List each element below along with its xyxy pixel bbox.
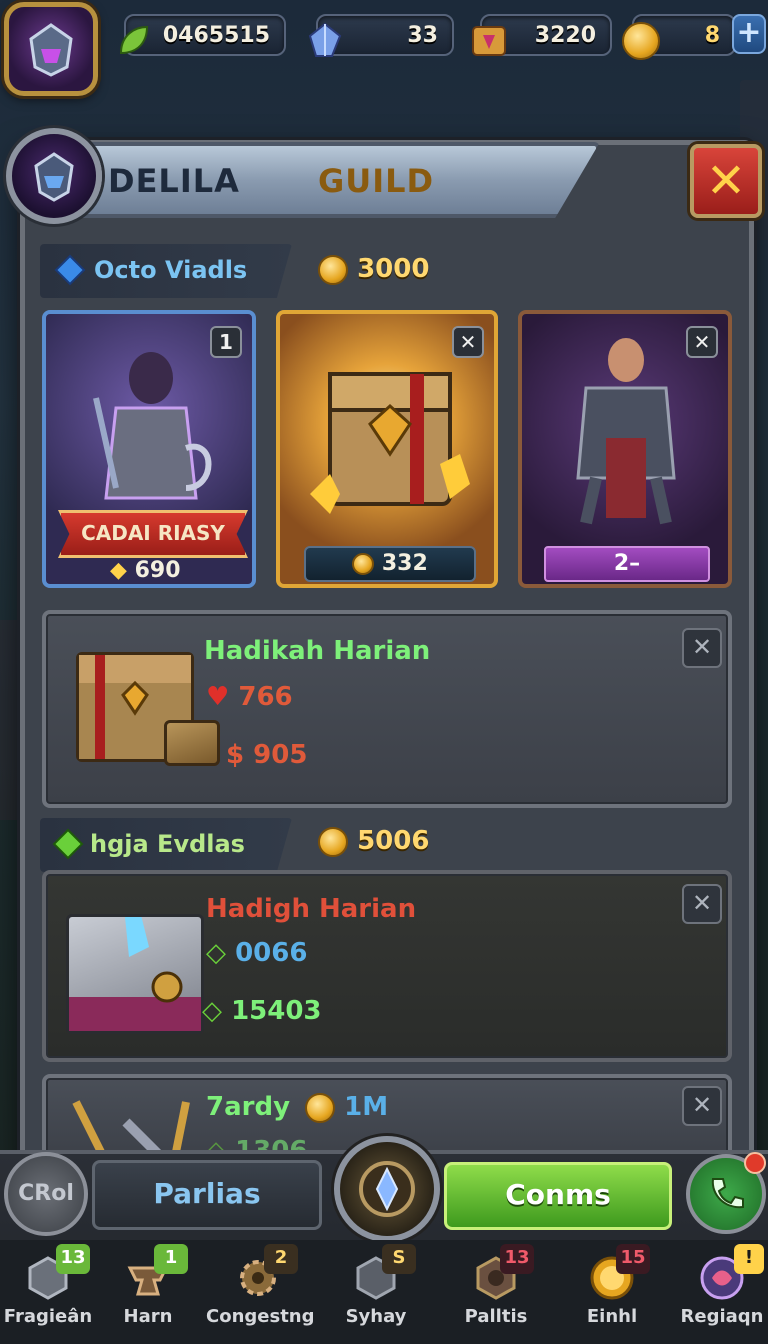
notification-dot-icon (744, 1152, 766, 1174)
close-panel-button[interactable]: ✕ (690, 144, 762, 218)
card-3-price: 2– (544, 546, 710, 582)
nav-badge: 13 (500, 1244, 534, 1274)
tickets-resource: 3220 (472, 14, 612, 56)
nav-badge-alert: ! (734, 1244, 764, 1274)
green-diamond-small-icon: ◇ (202, 996, 222, 1026)
card-2-close-icon[interactable]: ✕ (452, 326, 484, 358)
parlias-button[interactable]: Parlias (92, 1160, 322, 1230)
nav-badge: 1 (154, 1244, 188, 1274)
tickets-value: 3220 (534, 23, 596, 48)
top-resource-bar: 0465515 33 3220 8 + (0, 0, 768, 96)
crystal-icon (304, 20, 346, 62)
nav-label: Einhl (586, 1306, 638, 1327)
row-1-price: $ 905 (226, 740, 308, 770)
row-2-line2-value: 15403 (231, 996, 322, 1026)
treasure-chest-icon (310, 372, 470, 514)
section-1-title: Octo Viadls (94, 256, 248, 284)
nav-label: Syhay (345, 1306, 407, 1327)
green-diamond-small-icon: ◇ (206, 938, 226, 968)
section-1-coins-value: 3000 (357, 254, 430, 284)
coin-icon (318, 826, 348, 857)
warrior-card[interactable]: ✕ 2– (518, 310, 732, 588)
player-avatar[interactable] (4, 2, 98, 96)
row-3-coin-value: 1M (344, 1092, 389, 1122)
nav-badge: 2 (264, 1244, 298, 1274)
row-3-title-text: 7ardy (206, 1092, 291, 1122)
chest-card[interactable]: ✕ 332 (276, 310, 498, 588)
coin-icon (318, 254, 348, 285)
row-2-close-icon[interactable]: ✕ (682, 884, 722, 924)
small-chest-icon (164, 720, 220, 766)
crystal-chest-icon (66, 907, 204, 1034)
row-3-close-icon[interactable]: ✕ (682, 1086, 722, 1126)
ticket-icon (468, 20, 510, 62)
xp-resource: 0465515 (119, 14, 286, 56)
card-1-badge: 1 (210, 326, 242, 358)
nav-label: Fragieân (3, 1306, 93, 1327)
nav-badge: S (382, 1244, 416, 1274)
nav-item-congestng[interactable]: 2 Congestng (206, 1244, 315, 1344)
heart-icon: ♥ (206, 682, 230, 712)
coin-icon (620, 20, 662, 62)
conms-button[interactable]: Conms (444, 1162, 672, 1230)
card-3-close-icon[interactable]: ✕ (686, 326, 718, 358)
list-item[interactable]: Hadikah Harian ♥ 766 $ 905 ✕ (42, 610, 732, 808)
hero-knight-icon (93, 352, 212, 500)
coin-icon (305, 1092, 336, 1123)
green-diamond-icon (52, 828, 84, 860)
nav-item-palltis[interactable]: 13 Palltis (444, 1244, 548, 1344)
nav-item-syhay[interactable]: S Syhay (324, 1244, 428, 1344)
row-2-line1: ◇ 0066 (206, 938, 307, 968)
coin-icon (352, 553, 375, 575)
nav-item-regiaqn[interactable]: ! Regiaqn (670, 1244, 768, 1344)
center-emblem-button[interactable] (334, 1136, 440, 1242)
helmet-icon (29, 23, 73, 77)
left-round-button[interactable]: CRol (4, 1152, 88, 1236)
add-currency-button[interactable]: + (732, 14, 766, 54)
row-1-close-icon[interactable]: ✕ (682, 628, 722, 668)
row-2-title: Hadigh Harian (206, 894, 417, 924)
nav-label: Congestng (206, 1306, 315, 1327)
xp-value: 0465515 (162, 23, 270, 48)
coins-resource: 8 (622, 14, 736, 60)
gold-gem-icon: ◆ (110, 558, 127, 583)
row-3-title: 7ardy 1M (206, 1092, 388, 1123)
card-2-price-value: 332 (381, 551, 428, 576)
nav-label: Harn (123, 1306, 173, 1327)
gems-value: 33 (407, 23, 438, 48)
hero-card[interactable]: 1 CADAI RIASY ◆ 690 (42, 310, 256, 588)
nav-item-harn[interactable]: 1 Harn (96, 1244, 200, 1344)
card-2-price: 332 (304, 546, 476, 582)
guild-emblem (6, 128, 102, 224)
armored-warrior-icon (576, 338, 676, 525)
row-2-line1-value: 0066 (235, 938, 308, 968)
nav-badge: 13 (56, 1244, 90, 1274)
section-1-coins: 3000 (318, 254, 429, 285)
gems-resource: 33 (308, 14, 454, 57)
section-2-title: hgja Evdlas (90, 830, 245, 858)
card-1-price: ◆ 690 (110, 558, 181, 583)
card-1-price-value: 690 (134, 558, 181, 583)
row-2-line2: ◇ 15403 (202, 996, 322, 1026)
blue-diamond-icon (54, 254, 86, 286)
phone-icon (711, 1178, 744, 1209)
row-1-title: Hadikah Harian (204, 636, 431, 666)
nav-label: Regiaqn (680, 1306, 764, 1327)
list-item[interactable]: Hadigh Harian ◇ 0066 ◇ 15403 ✕ (42, 870, 732, 1062)
nav-label: Palltis (464, 1306, 528, 1327)
card-1-ribbon: CADAI RIASY (58, 510, 248, 558)
coins-value: 8 (704, 23, 720, 48)
row-1-hearts: ♥ 766 (206, 682, 293, 712)
crystal-emblem-icon (359, 1161, 415, 1217)
nav-item-einhl[interactable]: 15 Einhl (560, 1244, 664, 1344)
nav-item-fragiean[interactable]: 13 Fragieân (0, 1244, 100, 1344)
panel-title-name: DELILA (108, 162, 240, 200)
guild-helmet-icon (34, 152, 74, 202)
panel-title-guild: GUILD (318, 162, 435, 200)
section-2-coins-value: 5006 (357, 826, 430, 856)
row-1-hearts-value: 766 (238, 682, 293, 712)
section-2-coins: 5006 (318, 826, 429, 857)
nav-badge: 15 (616, 1244, 650, 1274)
leaf-icon (112, 20, 154, 62)
